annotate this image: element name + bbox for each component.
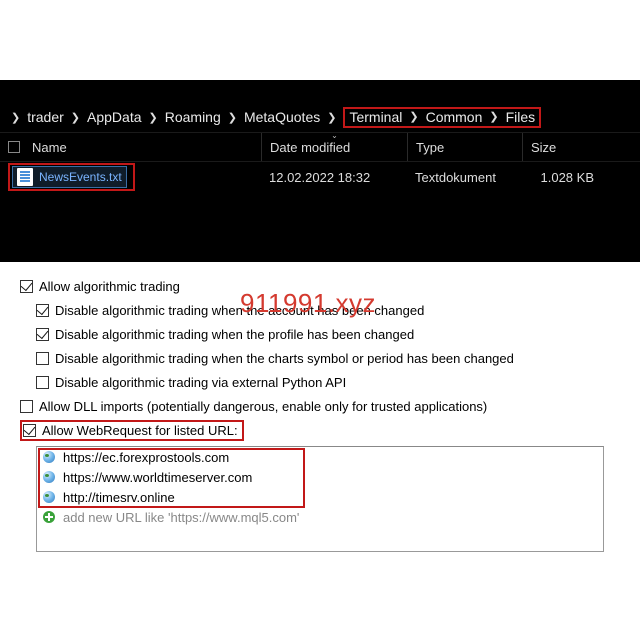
- sort-indicator-icon: ⌄: [331, 131, 338, 140]
- checkbox-allow-dll[interactable]: [20, 400, 33, 413]
- column-type[interactable]: Type: [407, 133, 522, 161]
- opt-disable-python[interactable]: Disable algorithmic trading via external…: [8, 370, 632, 394]
- opt-disable-symbol-label: Disable algorithmic trading when the cha…: [55, 351, 514, 366]
- url-item[interactable]: https://www.worldtimeserver.com: [37, 467, 603, 487]
- table-row[interactable]: NewsEvents.txt 12.02.2022 18:32 Textdoku…: [0, 162, 640, 192]
- column-date[interactable]: ⌄ Date modified: [261, 133, 407, 161]
- column-name-label: Name: [32, 140, 67, 155]
- opt-allow-dll[interactable]: Allow DLL imports (potentially dangerous…: [8, 394, 632, 418]
- breadcrumb-highlight: Terminal ❯ Common ❯ Files: [343, 107, 541, 128]
- chevron-right-icon: ❯: [11, 111, 20, 124]
- column-size[interactable]: Size: [522, 133, 602, 161]
- opt-allow-algo-label: Allow algorithmic trading: [39, 279, 180, 294]
- file-highlight: NewsEvents.txt: [8, 163, 135, 191]
- url-add-hint[interactable]: add new URL like 'https://www.mql5.com': [37, 507, 603, 527]
- chevron-right-icon: ❯: [228, 111, 237, 124]
- opt-allow-webrequest[interactable]: Allow WebRequest for listed URL:: [8, 418, 632, 442]
- globe-icon: [43, 471, 55, 483]
- checkbox-disable-symbol[interactable]: [36, 352, 49, 365]
- plus-icon: [43, 511, 55, 523]
- crumb-files[interactable]: Files: [506, 109, 536, 125]
- chevron-right-icon: ❯: [327, 111, 336, 124]
- text-file-icon: [17, 168, 33, 186]
- column-type-label: Type: [416, 140, 444, 155]
- webrequest-highlight: Allow WebRequest for listed URL:: [20, 420, 244, 441]
- opt-allow-dll-label: Allow DLL imports (potentially dangerous…: [39, 399, 487, 414]
- opt-allow-algo[interactable]: Allow algorithmic trading: [8, 274, 632, 298]
- checkbox-disable-python[interactable]: [36, 376, 49, 389]
- column-date-label: Date modified: [270, 140, 350, 155]
- select-all-checkbox[interactable]: [8, 141, 20, 153]
- chevron-right-icon: ❯: [409, 110, 418, 123]
- chevron-right-icon: ❯: [149, 111, 158, 124]
- file-name[interactable]: NewsEvents.txt: [39, 170, 122, 184]
- column-name[interactable]: Name: [0, 133, 261, 161]
- crumb-terminal[interactable]: Terminal: [349, 109, 402, 125]
- opt-disable-symbol[interactable]: Disable algorithmic trading when the cha…: [8, 346, 632, 370]
- url-item[interactable]: http://timesrv.online: [37, 487, 603, 507]
- checkbox-disable-account[interactable]: [36, 304, 49, 317]
- file-size: 1.028 KB: [522, 170, 602, 185]
- file-type: Textdokument: [407, 170, 522, 185]
- breadcrumb[interactable]: ❯ trader ❯ AppData ❯ Roaming ❯ MetaQuote…: [0, 102, 640, 132]
- globe-icon: [43, 491, 55, 503]
- url-text: http://timesrv.online: [63, 490, 175, 505]
- crumb-common[interactable]: Common: [426, 109, 483, 125]
- file-date: 12.02.2022 18:32: [261, 170, 407, 185]
- opt-disable-profile[interactable]: Disable algorithmic trading when the pro…: [8, 322, 632, 346]
- url-item[interactable]: https://ec.forexprostools.com: [37, 447, 603, 467]
- crumb-trader[interactable]: trader: [27, 109, 64, 125]
- column-headers: Name ⌄ Date modified Type Size: [0, 132, 640, 162]
- opt-disable-account[interactable]: Disable algorithmic trading when the acc…: [8, 298, 632, 322]
- crumb-metaquotes[interactable]: MetaQuotes: [244, 109, 320, 125]
- column-size-label: Size: [531, 140, 556, 155]
- file-selection: NewsEvents.txt: [12, 166, 127, 188]
- checkbox-allow-webrequest[interactable]: [23, 424, 36, 437]
- opt-allow-webrequest-label: Allow WebRequest for listed URL:: [42, 423, 238, 438]
- chevron-right-icon: ❯: [71, 111, 80, 124]
- chevron-right-icon: ❯: [489, 110, 498, 123]
- opt-disable-profile-label: Disable algorithmic trading when the pro…: [55, 327, 414, 342]
- opt-disable-python-label: Disable algorithmic trading via external…: [55, 375, 346, 390]
- url-text: https://www.worldtimeserver.com: [63, 470, 252, 485]
- url-listbox[interactable]: https://ec.forexprostools.com https://ww…: [36, 446, 604, 552]
- opt-disable-account-label: Disable algorithmic trading when the acc…: [55, 303, 424, 318]
- globe-icon: [43, 451, 55, 463]
- checkbox-allow-algo[interactable]: [20, 280, 33, 293]
- checkbox-disable-profile[interactable]: [36, 328, 49, 341]
- crumb-roaming[interactable]: Roaming: [165, 109, 221, 125]
- crumb-appdata[interactable]: AppData: [87, 109, 141, 125]
- url-hint-text: add new URL like 'https://www.mql5.com': [63, 510, 299, 525]
- url-text: https://ec.forexprostools.com: [63, 450, 229, 465]
- options-panel: 911991.xyz Allow algorithmic trading Dis…: [0, 262, 640, 564]
